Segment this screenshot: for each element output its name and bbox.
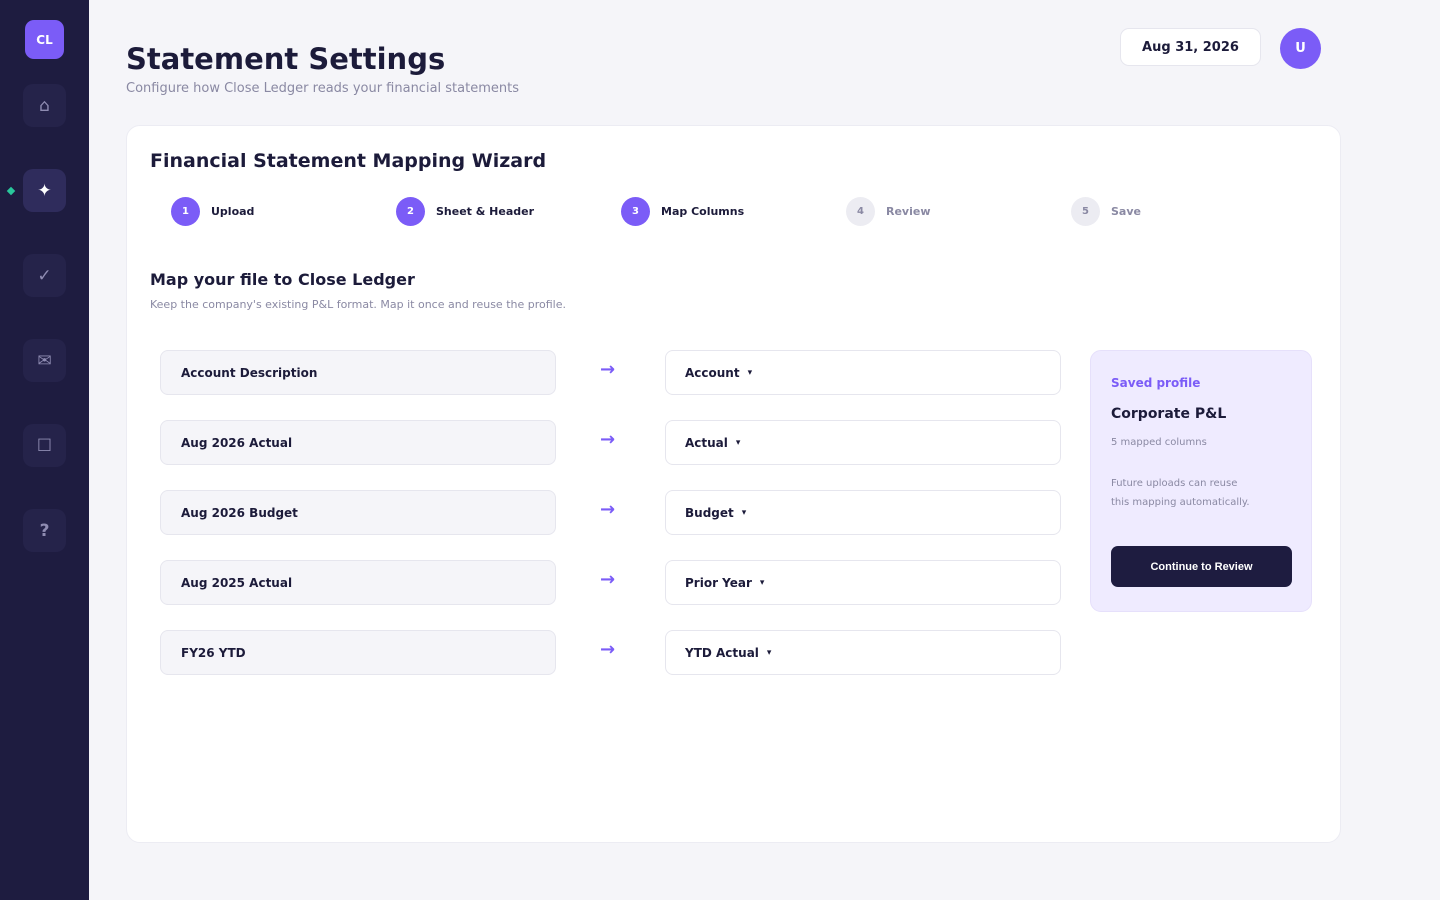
target-field-value: Prior Year bbox=[685, 575, 752, 590]
chevron-down-icon: ▾ bbox=[735, 437, 741, 448]
target-field-select[interactable]: Account ▾ bbox=[665, 350, 1061, 395]
arrow-right-icon: → bbox=[600, 429, 616, 450]
section-subtitle: Keep the company's existing P&L format. … bbox=[150, 298, 566, 311]
mapping-row: Aug 2026 Budget → Budget ▾ bbox=[160, 490, 1062, 535]
page-title: Statement Settings bbox=[126, 42, 446, 76]
nav-square-icon[interactable]: ☐ bbox=[23, 424, 66, 467]
arrow-right-icon: → bbox=[600, 499, 616, 520]
saved-profile-panel: Saved profile Corporate P&L 5 mapped col… bbox=[1090, 350, 1312, 612]
target-field-select[interactable]: Budget ▾ bbox=[665, 490, 1061, 535]
step-number: 1 bbox=[171, 197, 200, 226]
step-label: Upload bbox=[211, 205, 255, 218]
mapping-row: Aug 2026 Actual → Actual ▾ bbox=[160, 420, 1062, 465]
arrow-right-icon: → bbox=[600, 569, 616, 590]
chevron-down-icon: ▾ bbox=[747, 367, 753, 378]
arrow-right-icon: → bbox=[600, 359, 616, 380]
target-field-select[interactable]: Prior Year ▾ bbox=[665, 560, 1061, 605]
profile-name: Corporate P&L bbox=[1111, 406, 1227, 422]
wizard-step-review[interactable]: 4 Review bbox=[846, 197, 931, 226]
target-field-select[interactable]: YTD Actual ▾ bbox=[665, 630, 1061, 675]
section-title: Map your file to Close Ledger bbox=[150, 270, 415, 289]
mapping-row: Account Description → Account ▾ bbox=[160, 350, 1062, 395]
sidebar: CL ⌂ ✦ ✓ ✉ ☐ ? bbox=[0, 0, 89, 900]
continue-to-review-button[interactable]: Continue to Review bbox=[1111, 546, 1292, 587]
user-avatar[interactable]: U bbox=[1280, 28, 1321, 69]
step-label: Review bbox=[886, 205, 931, 218]
source-column: FY26 YTD bbox=[160, 630, 556, 675]
date-selector[interactable]: Aug 31, 2026 bbox=[1120, 28, 1261, 66]
app-logo[interactable]: CL bbox=[25, 20, 64, 59]
mapping-row: FY26 YTD → YTD Actual ▾ bbox=[160, 630, 1062, 675]
nav-sparkle-icon[interactable]: ✦ bbox=[23, 169, 66, 212]
nav-check-icon[interactable]: ✓ bbox=[23, 254, 66, 297]
step-label: Save bbox=[1111, 205, 1141, 218]
profile-kicker: Saved profile bbox=[1111, 376, 1201, 390]
target-field-value: Budget bbox=[685, 505, 734, 520]
step-label: Map Columns bbox=[661, 205, 745, 218]
wizard-title: Financial Statement Mapping Wizard bbox=[150, 150, 547, 172]
source-column: Aug 2025 Actual bbox=[160, 560, 556, 605]
wizard-step-map-columns[interactable]: 3 Map Columns bbox=[621, 197, 744, 226]
step-label: Sheet & Header bbox=[436, 205, 535, 218]
source-column: Account Description bbox=[160, 350, 556, 395]
chevron-down-icon: ▾ bbox=[741, 507, 747, 518]
active-indicator bbox=[6, 186, 16, 196]
target-field-value: YTD Actual bbox=[685, 645, 759, 660]
mapping-row: Aug 2025 Actual → Prior Year ▾ bbox=[160, 560, 1062, 605]
wizard-step-sheet-header[interactable]: 2 Sheet & Header bbox=[396, 197, 534, 226]
arrow-right-icon: → bbox=[600, 639, 616, 660]
target-field-select[interactable]: Actual ▾ bbox=[665, 420, 1061, 465]
target-field-value: Actual bbox=[685, 435, 728, 450]
wizard-step-upload[interactable]: 1 Upload bbox=[171, 197, 254, 226]
nav-help-icon[interactable]: ? bbox=[23, 509, 66, 552]
source-column: Aug 2026 Budget bbox=[160, 490, 556, 535]
step-number: 2 bbox=[396, 197, 425, 226]
target-field-value: Account bbox=[685, 365, 740, 380]
profile-note-line: Future uploads can reuse bbox=[1111, 478, 1238, 489]
nav-mail-icon[interactable]: ✉ bbox=[23, 339, 66, 382]
profile-note: Future uploads can reuse this mapping au… bbox=[1111, 474, 1261, 512]
mapping-wizard-card: Financial Statement Mapping Wizard 1 Upl… bbox=[126, 125, 1341, 843]
source-column: Aug 2026 Actual bbox=[160, 420, 556, 465]
step-number: 4 bbox=[846, 197, 875, 226]
profile-note-line: this mapping automatically. bbox=[1111, 497, 1250, 508]
wizard-step-save[interactable]: 5 Save bbox=[1071, 197, 1141, 226]
chevron-down-icon: ▾ bbox=[766, 647, 772, 658]
chevron-down-icon: ▾ bbox=[759, 577, 765, 588]
page-subtitle: Configure how Close Ledger reads your fi… bbox=[126, 81, 519, 96]
nav-home-icon[interactable]: ⌂ bbox=[23, 84, 66, 127]
step-number: 3 bbox=[621, 197, 650, 226]
mapped-columns-count: 5 mapped columns bbox=[1111, 437, 1207, 448]
step-number: 5 bbox=[1071, 197, 1100, 226]
